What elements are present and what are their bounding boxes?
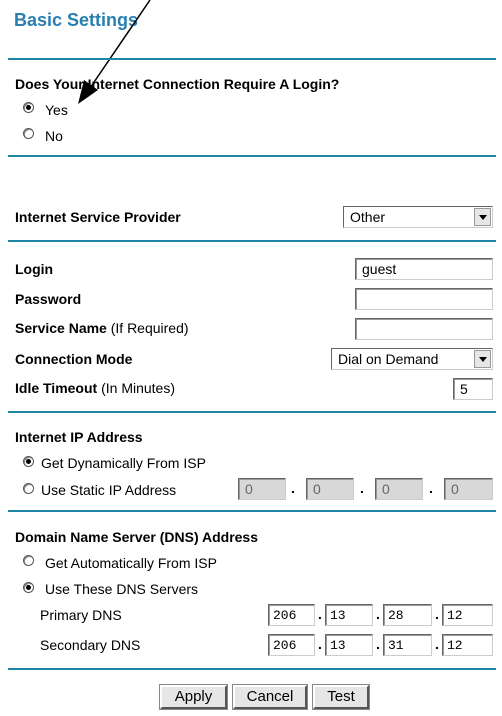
ip-dot: . <box>318 606 322 622</box>
service-name-note: (If Required) <box>110 320 189 336</box>
ip-dynamic-radio[interactable] <box>23 456 34 467</box>
divider <box>8 240 496 242</box>
login-yes-label: Yes <box>45 102 68 118</box>
secondary-dns-octet-3[interactable]: 31 <box>383 634 432 656</box>
login-yes-radio[interactable] <box>23 102 34 113</box>
primary-dns-octet-2[interactable]: 13 <box>325 604 373 626</box>
isp-label: Internet Service Provider <box>15 209 181 225</box>
ip-dot: . <box>360 480 364 496</box>
idle-timeout-label: Idle Timeout (In Minutes) <box>15 380 175 396</box>
test-button[interactable]: Test <box>312 684 370 710</box>
idle-timeout-note: (In Minutes) <box>101 380 176 396</box>
divider <box>8 510 496 512</box>
chevron-down-icon[interactable] <box>474 208 491 226</box>
service-name-label: Service Name (If Required) <box>15 320 189 336</box>
chevron-down-icon[interactable] <box>474 350 491 368</box>
idle-timeout-input[interactable]: 5 <box>453 378 493 400</box>
dns-auto-label: Get Automatically From ISP <box>45 555 217 571</box>
password-input[interactable] <box>355 288 493 310</box>
login-label: Login <box>15 261 54 277</box>
divider <box>8 58 496 60</box>
dns-manual-radio[interactable] <box>23 582 34 593</box>
primary-dns-octet-1[interactable]: 206 <box>268 604 315 626</box>
primary-dns-octet-3[interactable]: 28 <box>383 604 432 626</box>
ip-dot: . <box>435 606 439 622</box>
ip-dot: . <box>376 606 380 622</box>
ip-static-radio[interactable] <box>23 483 34 494</box>
isp-select[interactable]: Other <box>343 206 493 228</box>
ip-dot: . <box>318 636 322 652</box>
ip-dot: . <box>435 636 439 652</box>
service-name-label-text: Service Name <box>15 320 107 336</box>
ip-static-label: Use Static IP Address <box>41 482 177 498</box>
primary-dns-octet-4[interactable]: 12 <box>442 604 493 626</box>
static-ip-octet-3[interactable]: 0 <box>375 478 423 500</box>
idle-timeout-label-text: Idle Timeout <box>15 380 98 396</box>
static-ip-octet-1[interactable]: 0 <box>238 478 286 500</box>
apply-button[interactable]: Apply <box>159 684 228 710</box>
connection-mode-select[interactable]: Dial on Demand <box>331 348 493 370</box>
connection-mode-label: Connection Mode <box>15 351 133 367</box>
secondary-dns-octet-1[interactable]: 206 <box>268 634 315 656</box>
login-question: Does Your Internet Connection Require A … <box>15 76 340 92</box>
ip-dot: . <box>429 480 433 496</box>
divider <box>8 668 496 670</box>
dns-auto-radio[interactable] <box>23 555 34 566</box>
login-no-label: No <box>45 128 63 144</box>
password-label: Password <box>15 291 82 307</box>
primary-dns-label: Primary DNS <box>40 607 122 623</box>
login-no-radio[interactable] <box>23 128 34 139</box>
secondary-dns-label: Secondary DNS <box>40 637 141 653</box>
divider <box>8 411 496 413</box>
divider <box>8 155 496 157</box>
internet-ip-heading: Internet IP Address <box>15 429 143 445</box>
ip-dot: . <box>291 480 295 496</box>
dns-heading: Domain Name Server (DNS) Address <box>15 529 259 545</box>
connection-mode-value: Dial on Demand <box>338 351 439 367</box>
isp-select-value: Other <box>350 209 386 225</box>
static-ip-octet-4[interactable]: 0 <box>444 478 493 500</box>
login-input[interactable]: guest <box>355 258 493 280</box>
secondary-dns-octet-2[interactable]: 13 <box>325 634 373 656</box>
ip-dot: . <box>376 636 380 652</box>
secondary-dns-octet-4[interactable]: 12 <box>442 634 493 656</box>
annotation-arrow-icon <box>78 0 151 104</box>
static-ip-octet-2[interactable]: 0 <box>306 478 354 500</box>
service-name-input[interactable] <box>355 318 493 340</box>
ip-dynamic-label: Get Dynamically From ISP <box>41 455 206 471</box>
cancel-button[interactable]: Cancel <box>232 684 308 710</box>
dns-manual-label: Use These DNS Servers <box>45 581 199 597</box>
